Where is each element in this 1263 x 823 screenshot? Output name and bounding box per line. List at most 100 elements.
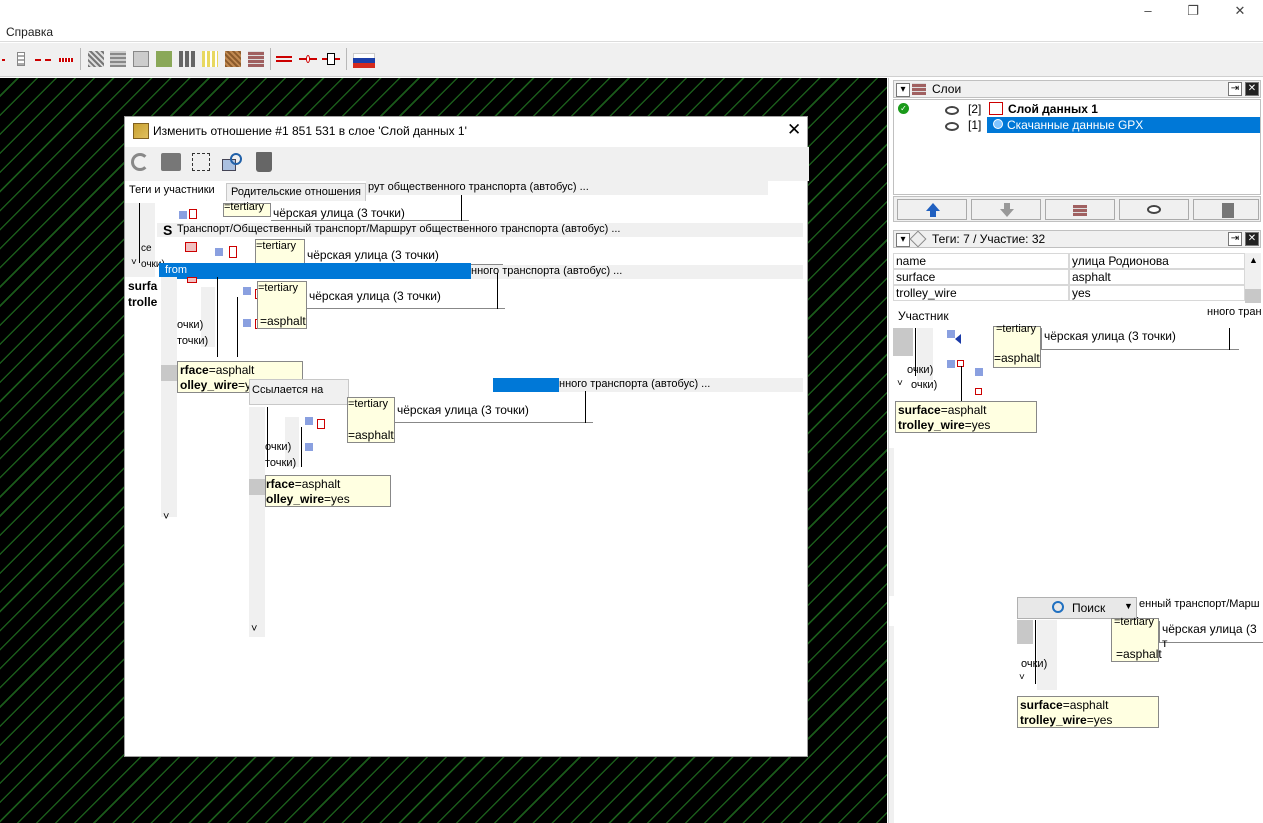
tab-parent-relations[interactable]: Родительские отношения: [226, 183, 366, 201]
tag-icon: [909, 230, 927, 248]
tags-tooltip: rface=asphalt olley_wire=yes: [265, 475, 391, 507]
eye-icon[interactable]: [945, 122, 959, 131]
layer-name: Скачанные данные GPX: [1007, 118, 1144, 132]
relation-icons: [961, 366, 991, 402]
line-style-icon[interactable]: [2, 59, 5, 61]
undock-icon[interactable]: ⇥: [1228, 82, 1242, 96]
route-icon: S: [163, 222, 173, 238]
chevron-down-icon[interactable]: ˅: [163, 511, 169, 523]
select-icon[interactable]: [192, 153, 210, 171]
layer-index: [2]: [968, 102, 982, 116]
tags-scrollbar[interactable]: ▲: [1245, 253, 1261, 303]
delete-layer-button[interactable]: [1193, 199, 1259, 220]
pattern-icon[interactable]: [156, 51, 172, 67]
rail-style-icon[interactable]: [17, 52, 25, 66]
restore-button[interactable]: ❐: [1170, 0, 1216, 22]
layer-index: [1]: [968, 118, 982, 132]
window-titlebar: – ❐ ✕: [0, 0, 1263, 22]
refers-to-section[interactable]: Ссылается на: [249, 379, 349, 405]
relation-icon: [133, 123, 149, 139]
minimize-button[interactable]: –: [1125, 0, 1171, 22]
layer-row-selected[interactable]: Скачанные данные GPX: [987, 117, 1260, 133]
activate-layer-button[interactable]: [1045, 199, 1115, 220]
members-header: Участник нного тран: [893, 306, 1263, 326]
search-icon: [1052, 601, 1064, 613]
pattern-icon[interactable]: [110, 51, 126, 67]
tooltip-fragment: =tertiary =asphalt: [347, 397, 395, 443]
search-member-row[interactable]: чёрская улица (3 т: [1159, 621, 1263, 650]
member-route-fragment: нного тран: [1207, 306, 1262, 318]
tag-key[interactable]: trolley_wire: [893, 285, 1069, 301]
save-icon[interactable]: [161, 153, 181, 171]
member-labels: очки) ˅ очки): [897, 364, 938, 391]
collapse-icon[interactable]: ▾: [896, 83, 910, 97]
dropdown-arrow-icon[interactable]: ▼: [1124, 601, 1133, 611]
tag-value[interactable]: улица Родионова: [1069, 253, 1245, 269]
data-layer-icon: [989, 102, 1003, 115]
barrier-icon[interactable]: [299, 55, 317, 63]
search-tooltip-fragment: =tertiary =asphalt: [1111, 616, 1162, 662]
member-row[interactable]: чёрская улица (3 точки): [307, 273, 505, 309]
route-full-row[interactable]: Транспорт/Общественный транспорт/Маршрут…: [157, 223, 803, 237]
flag-russia-icon[interactable]: [353, 53, 375, 68]
layers-list: ✓ [2] Слой данных 1 [1] Скачанные данные…: [893, 99, 1261, 195]
undock-icon[interactable]: ⇥: [1228, 232, 1242, 246]
toolbar-separator: [346, 48, 347, 70]
dialog-close-button[interactable]: ✕: [787, 120, 801, 140]
gate-icon[interactable]: [322, 53, 340, 65]
member-row[interactable]: чёрская улица (3 точки): [271, 195, 469, 221]
eye-icon[interactable]: [945, 106, 959, 115]
tag-value[interactable]: asphalt: [1069, 269, 1245, 285]
tertiary-fragment: =tertiary: [223, 201, 271, 217]
active-check-icon: ✓: [898, 103, 909, 114]
search-tags-tooltip: surface=asphalt trolley_wire=yes: [1017, 696, 1159, 728]
delete-icon[interactable]: [256, 152, 272, 172]
tree-scrollbar[interactable]: [161, 277, 177, 517]
menu-help[interactable]: Справка: [6, 25, 53, 39]
panel-edge: [889, 626, 894, 823]
route-tail-row: нного транспорта (автобус) ...: [559, 378, 803, 392]
tags-panel-title: Теги: 7 / Участие: 32: [932, 232, 1046, 246]
dotted-line-icon[interactable]: [59, 58, 73, 62]
move-up-button[interactable]: [897, 199, 967, 220]
double-line-icon[interactable]: [276, 56, 292, 62]
tab-tags-members[interactable]: Теги и участники: [125, 181, 225, 201]
pattern-icon[interactable]: [202, 51, 218, 67]
dashed-line-icon[interactable]: [35, 59, 51, 61]
member-column-header: Участник: [898, 309, 949, 323]
layers-panel-title: Слои: [932, 82, 962, 96]
selection-fragment: [493, 378, 559, 392]
menu-bar: Справка: [0, 22, 1263, 42]
scroll-thumb[interactable]: [161, 365, 177, 381]
dialog-title: Изменить отношение #1 851 531 в слое 'Сл…: [153, 124, 467, 138]
member-row[interactable]: чёрская улица (3 точки): [395, 391, 593, 423]
tooltip-fragment: =tertiary =asphalt: [993, 323, 1041, 368]
chevron-down-icon[interactable]: ˅: [251, 623, 257, 635]
tags-tooltip: surface=asphalt trolley_wire=yes: [895, 401, 1037, 433]
move-down-button[interactable]: [971, 199, 1041, 220]
pattern-icon[interactable]: [179, 51, 195, 67]
layer-name[interactable]: Слой данных 1: [1008, 102, 1098, 116]
tag-key[interactable]: surface: [893, 269, 1069, 285]
scroll-thumb[interactable]: [249, 479, 265, 495]
tags-panel-header: ▾ Теги: 7 / Участие: 32 ⇥ ✕: [893, 230, 1261, 248]
tag-key[interactable]: name: [893, 253, 1069, 269]
collapse-icon[interactable]: ▾: [896, 233, 910, 247]
pattern-icon[interactable]: [88, 51, 104, 67]
pattern-icon[interactable]: [225, 51, 241, 67]
route-tail-row: нного транспорта (автобус) ...: [471, 265, 803, 279]
refresh-icon[interactable]: [131, 153, 149, 171]
zoom-to-icon[interactable]: [222, 153, 244, 173]
tag-value[interactable]: yes: [1069, 285, 1245, 301]
route-fragment: рут общественного транспорта (автобус) .…: [366, 181, 768, 195]
close-window-button[interactable]: ✕: [1217, 0, 1263, 22]
pattern-icon[interactable]: [133, 51, 149, 67]
layers-buttons: [893, 196, 1261, 222]
right-side-panel: ▾ Слои ⇥ ✕ ✓ [2] Слой данных 1 [1] Скача…: [888, 78, 1263, 823]
member-row[interactable]: чёрская улица (3 точки): [1041, 328, 1239, 350]
brick-pattern-icon[interactable]: [248, 51, 264, 67]
close-panel-icon[interactable]: ✕: [1245, 232, 1259, 246]
toggle-visibility-button[interactable]: [1119, 199, 1189, 220]
close-panel-icon[interactable]: ✕: [1245, 82, 1259, 96]
refers-scrollbar[interactable]: [249, 407, 265, 637]
